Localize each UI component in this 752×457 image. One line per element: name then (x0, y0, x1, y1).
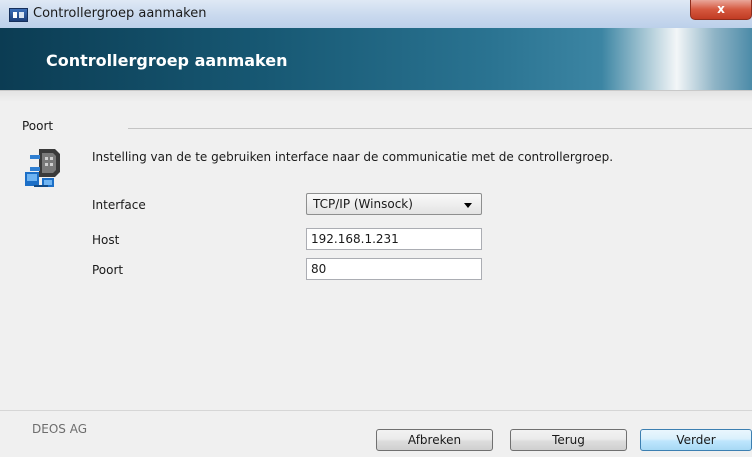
company-name: DEOS AG (32, 422, 87, 436)
app-icon (9, 8, 28, 22)
interface-label: Interface (92, 198, 146, 212)
interface-select[interactable]: TCP/IP (Winsock) (306, 193, 482, 215)
port-input[interactable]: 80 (306, 258, 482, 280)
serial-port-network-icon (25, 149, 60, 187)
host-input-value: 192.168.1.231 (311, 232, 399, 246)
header-banner: Controllergroep aanmaken (0, 28, 752, 90)
window-title: Controllergroep aanmaken (33, 6, 207, 21)
banner-separator (0, 90, 752, 102)
chevron-down-icon (464, 203, 472, 208)
host-input[interactable]: 192.168.1.231 (306, 228, 482, 250)
next-button[interactable]: Verder (640, 429, 752, 451)
close-button[interactable]: x (690, 0, 752, 20)
footer-divider (0, 410, 752, 411)
group-label-port: Poort (22, 119, 54, 133)
port-label: Poort (92, 263, 124, 277)
interface-select-value: TCP/IP (Winsock) (313, 197, 413, 211)
instruction-text: Instelling van de te gebruiken interface… (92, 150, 614, 164)
host-label: Host (92, 233, 120, 247)
banner-title: Controllergroep aanmaken (46, 51, 288, 70)
title-bar: Controllergroep aanmaken x (0, 0, 752, 29)
group-divider (128, 128, 752, 129)
cancel-button[interactable]: Afbreken (376, 429, 493, 451)
port-input-value: 80 (311, 262, 327, 276)
back-button[interactable]: Terug (510, 429, 627, 451)
